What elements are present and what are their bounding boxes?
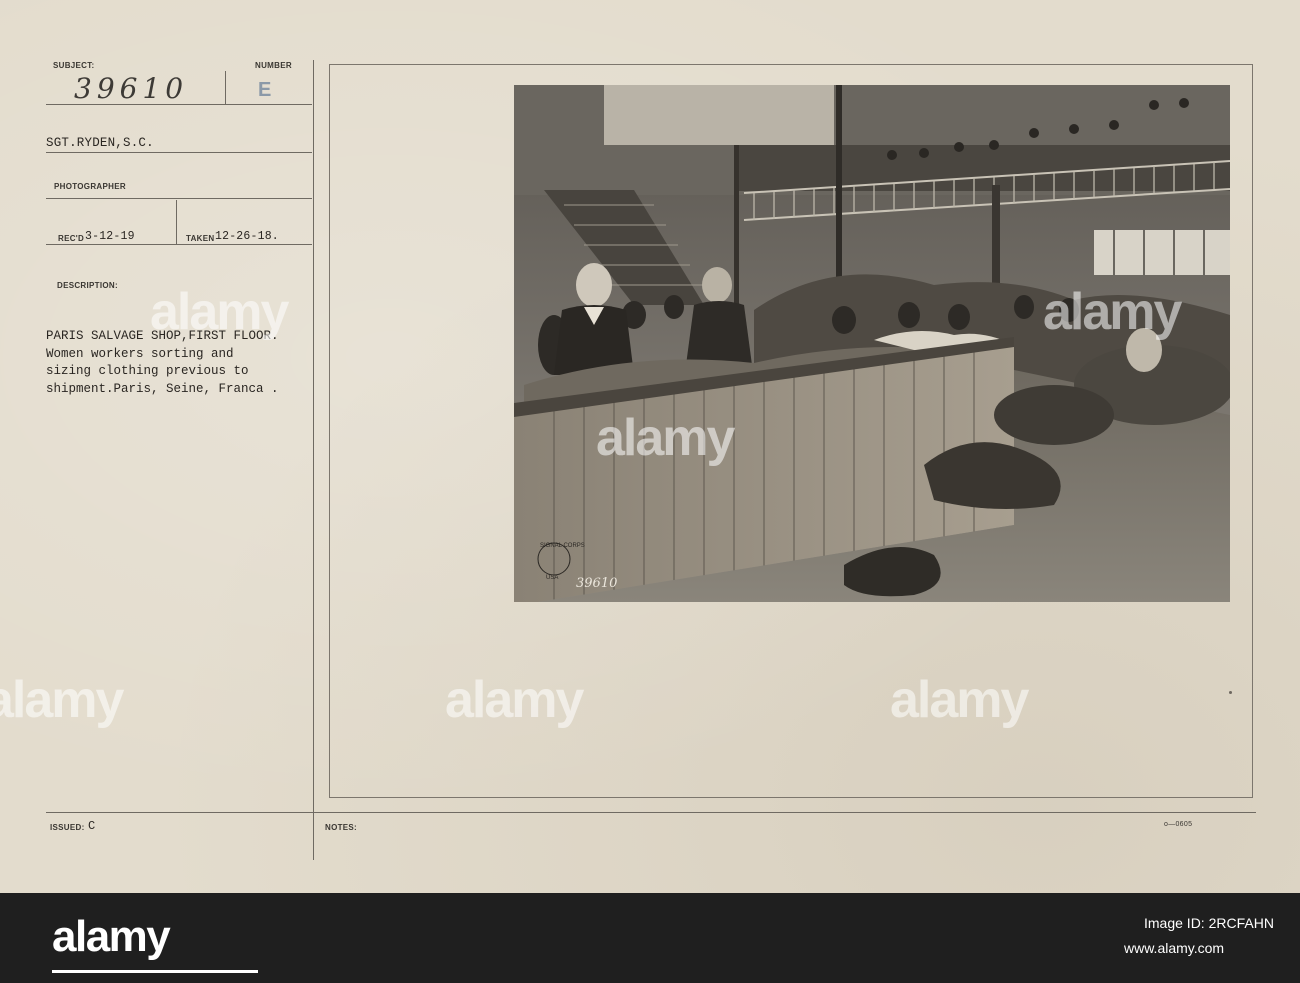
- photo-frame-top: [329, 64, 1253, 65]
- recd-label: REC'D: [58, 234, 85, 243]
- issued-label: ISSUED:: [50, 823, 85, 832]
- subject-underline: [46, 104, 312, 105]
- signal-corps-stamp-top: SIGNAL CORPS: [540, 543, 585, 549]
- bottom-rule: [46, 812, 1256, 813]
- image-id: Image ID: 2RCFAHN: [1144, 915, 1274, 931]
- photographer-label-line: [46, 198, 312, 199]
- taken-date: 12-26-18.: [215, 230, 279, 243]
- watermark-1: alamy: [150, 283, 289, 341]
- description-line-3: sizing clothing previous to: [46, 364, 249, 378]
- subject-number: 39610: [74, 72, 189, 105]
- negative-number: 39610: [576, 576, 617, 591]
- description-line-2: Women workers sorting and: [46, 346, 234, 361]
- signal-corps-stamp-bottom: USA: [546, 575, 558, 581]
- alamy-logo-underline: [52, 970, 258, 973]
- photograph-illustration: SIGNAL CORPS USA 39610: [514, 85, 1230, 602]
- photo-frame-right: [1252, 64, 1253, 798]
- alamy-logo: alamy: [52, 912, 258, 973]
- description-label: DESCRIPTION:: [57, 281, 118, 290]
- photo-frame-bottom: [329, 797, 1253, 798]
- number-letter: E: [258, 79, 272, 101]
- watermark-2: alamy: [596, 409, 735, 467]
- photo-frame-left: [329, 64, 330, 798]
- dates-underline: [46, 244, 312, 245]
- watermark-3: alamy: [1043, 283, 1182, 341]
- watermark-5: alamy: [445, 671, 584, 729]
- notes-label: NOTES:: [325, 823, 358, 832]
- speck: [1229, 691, 1232, 694]
- subject-label: SUBJECT:: [53, 61, 95, 70]
- issued-value: C: [88, 819, 96, 833]
- taken-label: TAKEN: [186, 234, 215, 243]
- watermark-6: alamy: [890, 671, 1029, 729]
- archive-card: SUBJECT: NUMBER 39610 E SGT.RYDEN,S.C. P…: [0, 0, 1300, 893]
- dates-divider: [176, 200, 177, 244]
- photographer-underline: [46, 152, 312, 153]
- archival-photograph: SIGNAL CORPS USA 39610: [514, 85, 1230, 602]
- form-code: o—0605: [1164, 821, 1193, 828]
- column-divider: [313, 60, 314, 860]
- photographer-label: PHOTOGRAPHER: [54, 182, 126, 191]
- recd-date: 3-12-19: [85, 230, 135, 243]
- description-line-4: shipment.Paris, Seine, Franca .: [46, 381, 279, 396]
- number-label: NUMBER: [255, 61, 292, 70]
- alamy-logo-text: alamy: [52, 912, 171, 961]
- subject-number-divider: [225, 71, 226, 105]
- watermark-4: alamy: [0, 671, 124, 729]
- site-url: www.alamy.com: [1124, 940, 1225, 956]
- photographer-name: SGT.RYDEN,S.C.: [46, 136, 154, 150]
